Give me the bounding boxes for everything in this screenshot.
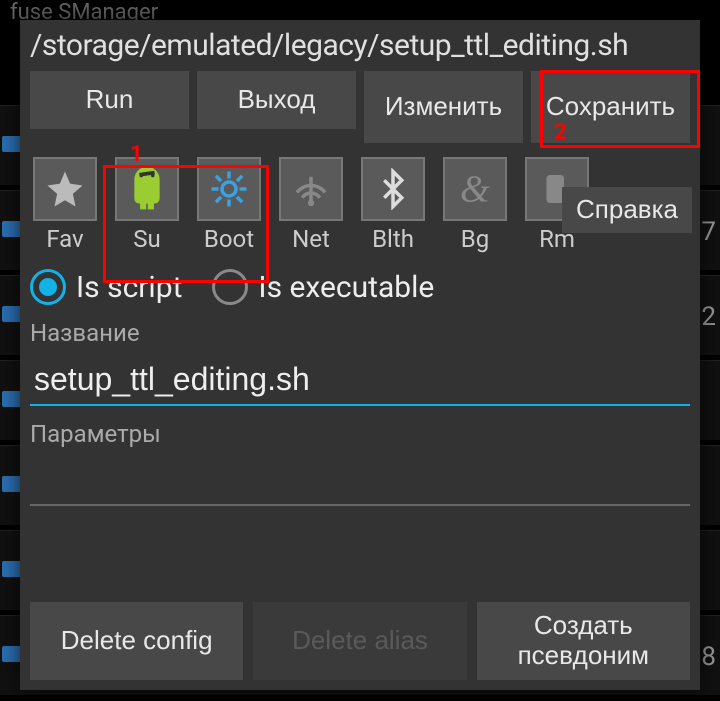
folder-icon	[2, 646, 22, 662]
blth-icon	[361, 157, 425, 221]
folder-icon	[2, 561, 22, 577]
status-bar: fuse SManager	[0, 0, 720, 20]
su-icon	[115, 157, 179, 221]
fav-label: Fav	[46, 225, 83, 253]
folder-icon	[2, 391, 22, 407]
is-executable-radio[interactable]	[212, 269, 248, 305]
is-script-label: Is script	[76, 270, 182, 305]
file-path: /storage/emulated/legacy/setup_ttl_editi…	[30, 28, 690, 63]
icon-toolbar: FavSuBootNetBlth&BgRmСправка	[30, 157, 690, 253]
folder-icon	[2, 221, 22, 237]
toolbar-net[interactable]: Net	[276, 157, 346, 253]
boot-label: Boot	[204, 225, 254, 253]
svg-text:&: &	[460, 168, 490, 210]
is-executable-label: Is executable	[258, 270, 434, 305]
net-icon	[279, 157, 343, 221]
boot-icon	[197, 157, 261, 221]
folder-icon	[2, 306, 22, 322]
edit-button[interactable]: Изменить	[364, 71, 523, 143]
su-label: Su	[133, 225, 160, 253]
params-input[interactable]	[30, 454, 690, 506]
toolbar-boot[interactable]: Boot	[194, 157, 264, 253]
help-button[interactable]: Справка	[562, 187, 692, 233]
toolbar-blth[interactable]: Blth	[358, 157, 428, 253]
create-alias-button[interactable]: Создать псевдоним	[477, 602, 690, 680]
highlight-2-label: 2	[554, 120, 567, 145]
delete-config-button[interactable]: Delete config	[30, 602, 243, 680]
script-dialog: /storage/emulated/legacy/setup_ttl_editi…	[20, 20, 700, 690]
toolbar-su[interactable]: Su	[112, 157, 182, 253]
delete-alias-button: Delete alias	[253, 602, 466, 680]
status-left: fuse SManager	[10, 0, 158, 20]
net-label: Net	[292, 225, 330, 253]
is-script-radio[interactable]	[30, 269, 66, 305]
toolbar-bg[interactable]: & Bg	[440, 157, 510, 253]
bg-label: Bg	[461, 225, 489, 253]
row-count: 8	[701, 642, 716, 672]
toolbar-fav[interactable]: Fav	[30, 157, 100, 253]
folder-icon	[2, 476, 22, 492]
blth-label: Blth	[372, 225, 414, 253]
folder-icon	[2, 136, 22, 152]
row-count: 7	[701, 217, 716, 247]
run-button[interactable]: Run	[30, 71, 189, 129]
name-label: Название	[30, 319, 690, 347]
fav-icon	[33, 157, 97, 221]
name-input[interactable]	[30, 353, 690, 406]
params-label: Параметры	[30, 420, 690, 448]
exit-button[interactable]: Выход	[197, 71, 356, 129]
bg-icon: &	[443, 157, 507, 221]
type-radio-group: Is script Is executable	[30, 269, 690, 305]
top-button-row: Run Выход Изменить Сохранить	[30, 71, 690, 143]
row-count: 2	[701, 302, 716, 332]
highlight-1-label: 1	[130, 142, 143, 167]
bottom-button-row: Delete config Delete alias Создать псевд…	[30, 602, 690, 680]
